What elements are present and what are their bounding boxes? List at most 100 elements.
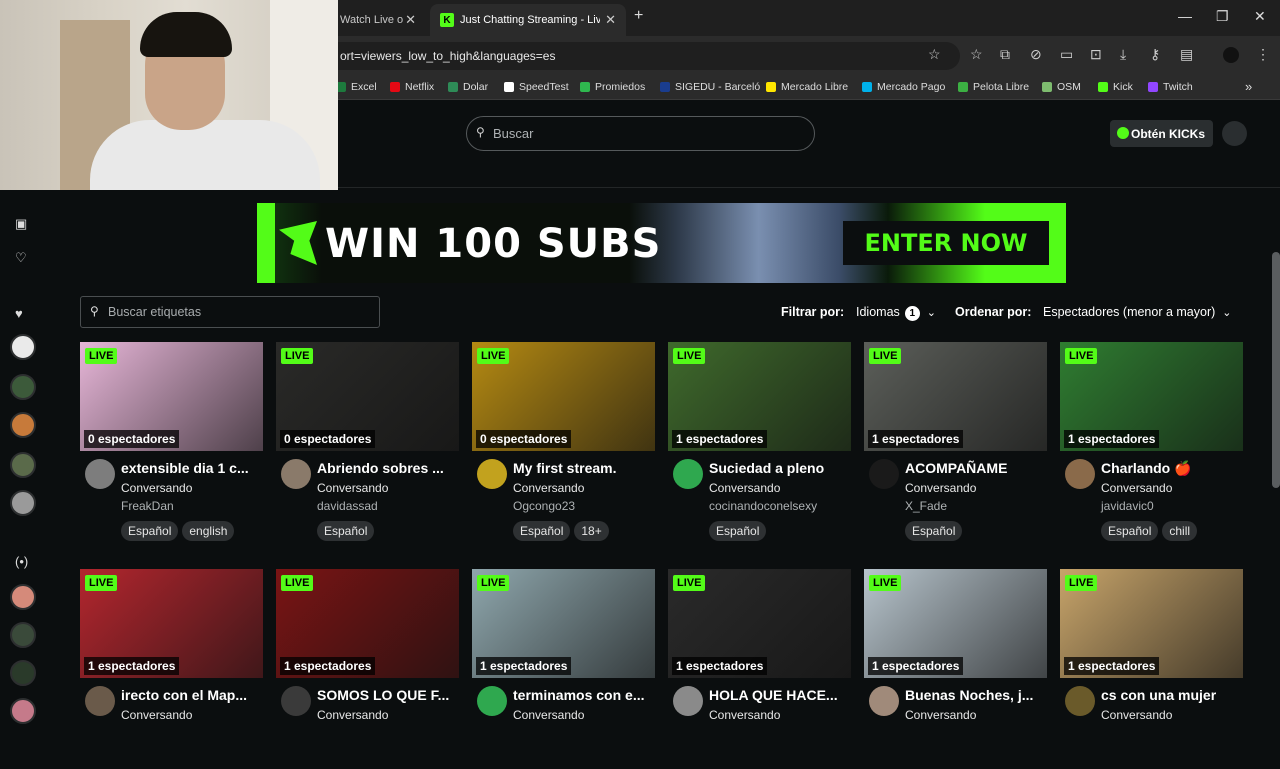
- stream-title[interactable]: Suciedad a pleno: [709, 460, 824, 476]
- stream-title[interactable]: ACOMPAÑAME: [905, 460, 1007, 476]
- stream-card[interactable]: LIVE 0 espectadores extensible dia 1 c... C…: [80, 342, 263, 542]
- channel-name[interactable]: Ogcongo23: [513, 499, 575, 513]
- channel-avatar[interactable]: [869, 459, 899, 489]
- enter-now-button[interactable]: ENTER NOW: [843, 221, 1049, 265]
- stream-card[interactable]: LIVE 1 espectadores Charlando 🍎 Conversando…: [1060, 342, 1243, 542]
- stream-card[interactable]: LIVE 1 espectadores HOLA QUE HACE... Conver…: [668, 569, 851, 769]
- stream-tag[interactable]: Español: [317, 521, 375, 541]
- followed-channel-avatar[interactable]: [10, 490, 36, 516]
- channel-avatar[interactable]: [85, 686, 115, 716]
- stream-tag[interactable]: Español: [1101, 521, 1159, 541]
- device-icon[interactable]: ▭: [1060, 46, 1073, 63]
- sort-dropdown[interactable]: Espectadores (menor a mayor) ⌄: [1035, 298, 1240, 326]
- followed-channel-avatar[interactable]: [10, 374, 36, 400]
- bookmark-kick[interactable]: Kick: [1098, 81, 1133, 93]
- stream-card[interactable]: LIVE 1 espectadores SOMOS LO QUE F... Conve…: [276, 569, 459, 769]
- stream-tag[interactable]: english: [182, 521, 235, 541]
- stream-title[interactable]: cs con una mujer: [1101, 687, 1216, 703]
- tab-close-icon[interactable]: ✕: [405, 12, 416, 28]
- followed-channel-avatar[interactable]: [10, 452, 36, 478]
- following-heart-icon[interactable]: ♡: [15, 250, 27, 266]
- link-icon[interactable]: ⊘: [1030, 46, 1042, 63]
- cast-icon[interactable]: ⊡: [1090, 46, 1102, 63]
- stream-title[interactable]: SOMOS LO QUE F...: [317, 687, 449, 703]
- channel-avatar[interactable]: [281, 459, 311, 489]
- stream-category[interactable]: Conversando: [513, 481, 584, 495]
- channel-name[interactable]: X_Fade: [905, 499, 947, 513]
- stream-title[interactable]: My first stream.: [513, 460, 616, 476]
- browser-tab-active[interactable]: K Just Chatting Streaming - Live S ✕: [430, 4, 626, 36]
- stream-category[interactable]: Conversando: [121, 481, 192, 495]
- recommended-channel-avatar[interactable]: [10, 660, 36, 686]
- stream-title[interactable]: Buenas Noches, j...: [905, 687, 1033, 703]
- channel-avatar[interactable]: [673, 686, 703, 716]
- stream-card[interactable]: LIVE 0 espectadores My first stream. Conver…: [472, 342, 655, 542]
- followed-channel-avatar[interactable]: [10, 412, 36, 438]
- bookmark-mercado-libre[interactable]: Mercado Libre: [766, 81, 848, 93]
- stream-card[interactable]: LIVE 1 espectadores cs con una mujer Conver…: [1060, 569, 1243, 769]
- stream-tag[interactable]: Español: [513, 521, 571, 541]
- channel-avatar[interactable]: [869, 686, 899, 716]
- translate-icon[interactable]: ⧉: [1000, 46, 1010, 63]
- followed-channel-avatar[interactable]: [10, 334, 36, 360]
- stream-card[interactable]: LIVE 1 espectadores Suciedad a pleno Conver…: [668, 342, 851, 542]
- bookmark-pelota-libre[interactable]: Pelota Libre: [958, 81, 1029, 93]
- browser-tab[interactable]: Watch Live o ✕: [330, 4, 426, 36]
- channel-avatar[interactable]: [85, 459, 115, 489]
- bookmark-netflix[interactable]: Netflix: [390, 81, 434, 93]
- bookmark-speedtest[interactable]: SpeedTest: [504, 81, 569, 93]
- sidepanel-icon[interactable]: ▤: [1180, 46, 1193, 63]
- bookmark-excel[interactable]: Excel: [336, 81, 377, 93]
- user-avatar[interactable]: [1222, 121, 1247, 146]
- channel-name[interactable]: FreakDan: [121, 499, 174, 513]
- page-scrollbar[interactable]: [1272, 252, 1280, 488]
- close-window-button[interactable]: ✕: [1254, 8, 1266, 25]
- stream-card[interactable]: LIVE 1 espectadores ACOMPAÑAME Conversando X…: [864, 342, 1047, 542]
- recommended-channel-avatar[interactable]: [10, 622, 36, 648]
- bookmark-osm[interactable]: OSM: [1042, 81, 1081, 93]
- bookmark-promiedos[interactable]: Promiedos: [580, 81, 645, 93]
- tag-search-input[interactable]: ⚲ Buscar etiquetas: [80, 296, 380, 328]
- stream-tag[interactable]: 18+: [574, 521, 609, 541]
- profile-avatar-icon[interactable]: [1223, 47, 1239, 63]
- extension-star-icon[interactable]: ☆: [970, 46, 983, 63]
- stream-tag[interactable]: Español: [709, 521, 767, 541]
- recommended-channel-avatar[interactable]: [10, 698, 36, 724]
- stream-card[interactable]: LIVE 0 espectadores Abriendo sobres ... Con…: [276, 342, 459, 542]
- recommended-channel-avatar[interactable]: [10, 584, 36, 610]
- stream-title[interactable]: Abriendo sobres ...: [317, 460, 444, 476]
- stream-tag[interactable]: Español: [905, 521, 963, 541]
- stream-card[interactable]: LIVE 1 espectadores irecto con el Map... Co…: [80, 569, 263, 769]
- channel-avatar[interactable]: [477, 686, 507, 716]
- stream-card[interactable]: LIVE 1 espectadores Buenas Noches, j... Con…: [864, 569, 1047, 769]
- stream-title[interactable]: terminamos con e...: [513, 687, 644, 703]
- stream-category[interactable]: Conversando: [317, 481, 388, 495]
- bookmark-sigedu[interactable]: SIGEDU - Barceló: [660, 81, 760, 93]
- address-bar[interactable]: ort=viewers_low_to_high&languages=es: [300, 42, 960, 70]
- promo-banner[interactable]: WIN 100 SUBS ENTER NOW: [257, 203, 1066, 283]
- stream-title[interactable]: extensible dia 1 c...: [121, 460, 249, 476]
- favorites-heart-icon[interactable]: ♥: [15, 306, 23, 321]
- stream-title[interactable]: Charlando 🍎: [1101, 460, 1192, 477]
- bookmark-twitch[interactable]: Twitch: [1148, 81, 1193, 93]
- channel-avatar[interactable]: [281, 686, 311, 716]
- channel-avatar[interactable]: [673, 459, 703, 489]
- bookmark-dolar[interactable]: Dolar: [448, 81, 488, 93]
- menu-kebab-icon[interactable]: ⋮: [1256, 46, 1270, 63]
- tab-close-icon[interactable]: ✕: [605, 12, 616, 28]
- channel-avatar[interactable]: [1065, 686, 1095, 716]
- key-icon[interactable]: ⚷: [1150, 46, 1160, 63]
- stream-tag[interactable]: chill: [1162, 521, 1198, 541]
- more-bookmarks-chevron-icon[interactable]: »: [1245, 79, 1252, 94]
- stream-title[interactable]: HOLA QUE HACE...: [709, 687, 838, 703]
- channel-name[interactable]: javidavic0: [1101, 499, 1154, 513]
- stream-title[interactable]: irecto con el Map...: [121, 687, 247, 703]
- new-tab-button[interactable]: +: [634, 7, 643, 25]
- languages-filter-dropdown[interactable]: Idiomas 1 ⌄: [848, 298, 944, 326]
- get-kicks-button[interactable]: Obtén KICKs: [1110, 120, 1213, 147]
- channel-name[interactable]: cocinandoconelsexy: [709, 499, 817, 513]
- bookmark-star-icon[interactable]: ☆: [928, 46, 941, 63]
- stream-card[interactable]: LIVE 1 espectadores terminamos con e... Con…: [472, 569, 655, 769]
- download-icon[interactable]: ⤓: [1120, 46, 1126, 63]
- stream-tag[interactable]: Español: [121, 521, 179, 541]
